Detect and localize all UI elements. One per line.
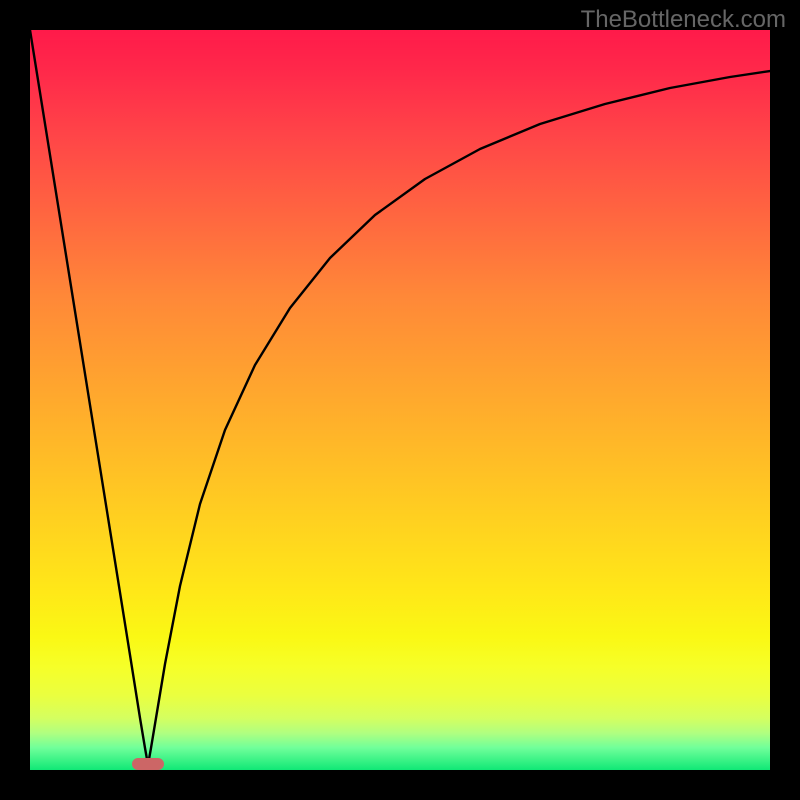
curve-layer	[30, 30, 770, 770]
trough-marker	[132, 758, 164, 770]
plot-area	[30, 30, 770, 770]
bottleneck-curve	[30, 30, 770, 765]
chart-frame: TheBottleneck.com	[0, 0, 800, 800]
